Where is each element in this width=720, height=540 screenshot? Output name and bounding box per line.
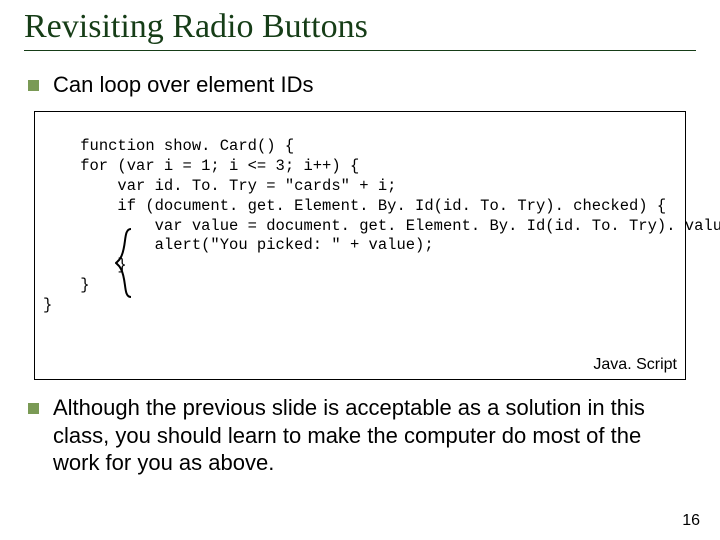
code-text: function show. Card() { for (var i = 1; … [43,137,720,314]
page-number: 16 [682,512,700,530]
bullet-item-1: Can loop over element IDs [28,71,692,99]
square-bullet-icon [28,80,39,91]
square-bullet-icon [28,403,39,414]
page-title: Revisiting Radio Buttons [24,8,696,51]
slide: Revisiting Radio Buttons Can loop over e… [0,0,720,540]
language-label: Java. Script [593,355,677,375]
bullet-text: Can loop over element IDs [53,71,313,99]
bullet-text: Although the previous slide is acceptabl… [53,394,692,477]
bullet-item-2: Although the previous slide is acceptabl… [28,394,692,477]
code-box: function show. Card() { for (var i = 1; … [34,111,686,381]
